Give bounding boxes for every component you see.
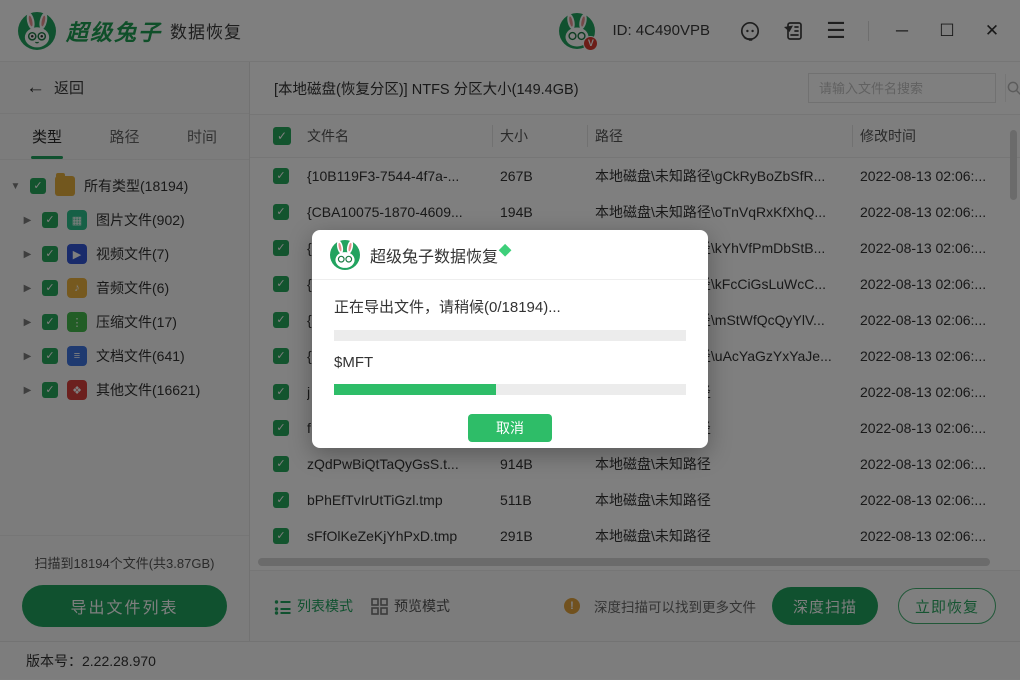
cancel-button[interactable]: 取消: [468, 414, 552, 442]
dialog-rabbit-icon: [330, 240, 360, 270]
dialog-header: 超级兔子数据恢复: [312, 230, 708, 280]
overall-progress-bar: [334, 330, 686, 341]
app-window: 超级兔子 数据恢复 V ID: 4C490VPB: [0, 0, 1020, 680]
file-progress-fill: [334, 384, 496, 395]
dialog-title: 超级兔子数据恢复: [370, 243, 498, 267]
current-file-label: $MFT: [334, 354, 686, 371]
export-status-message: 正在导出文件，请稍候(0/18194)...: [334, 296, 686, 317]
file-progress-bar: [334, 384, 686, 395]
export-progress-dialog: 超级兔子数据恢复 正在导出文件，请稍候(0/18194)... $MFT 取消: [312, 230, 708, 448]
diamond-decoration-icon: [499, 244, 512, 257]
dialog-body: 正在导出文件，请稍候(0/18194)... $MFT 取消: [312, 280, 708, 442]
